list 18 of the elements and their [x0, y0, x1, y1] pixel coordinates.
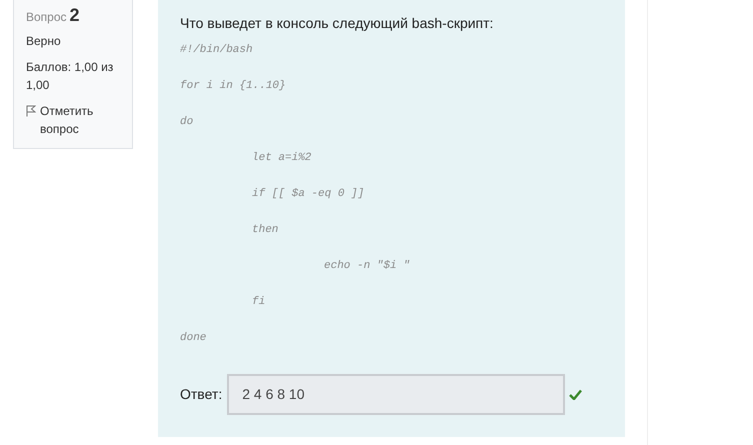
code-line: then: [252, 224, 278, 236]
code-line: done: [180, 332, 206, 344]
question-label: Вопрос: [26, 9, 67, 26]
question-text: Что выведет в консоль следующий bash-скрипт:: [180, 14, 494, 33]
answer-field[interactable]: 2 4 6 8 10: [227, 374, 566, 415]
flag-icon[interactable]: [26, 105, 36, 117]
code-line: fi: [252, 296, 266, 308]
code-line: echo -n "$i ": [324, 260, 410, 272]
code-line: if [[ $a -eq 0 ]]: [252, 188, 364, 200]
flag-question-link[interactable]: Отметить вопрос: [40, 102, 120, 138]
code-line: for i in {1..10}: [180, 80, 286, 92]
question-number: 2: [70, 6, 80, 24]
question-grade: Баллов: 1,00 из 1,00: [26, 59, 114, 94]
code-line: #!/bin/bash: [180, 44, 253, 56]
answer-label: Ответ:: [180, 385, 222, 404]
question-state: Верно: [26, 33, 62, 50]
code-line: do: [180, 116, 194, 128]
code-line: let a=i%2: [252, 152, 312, 164]
